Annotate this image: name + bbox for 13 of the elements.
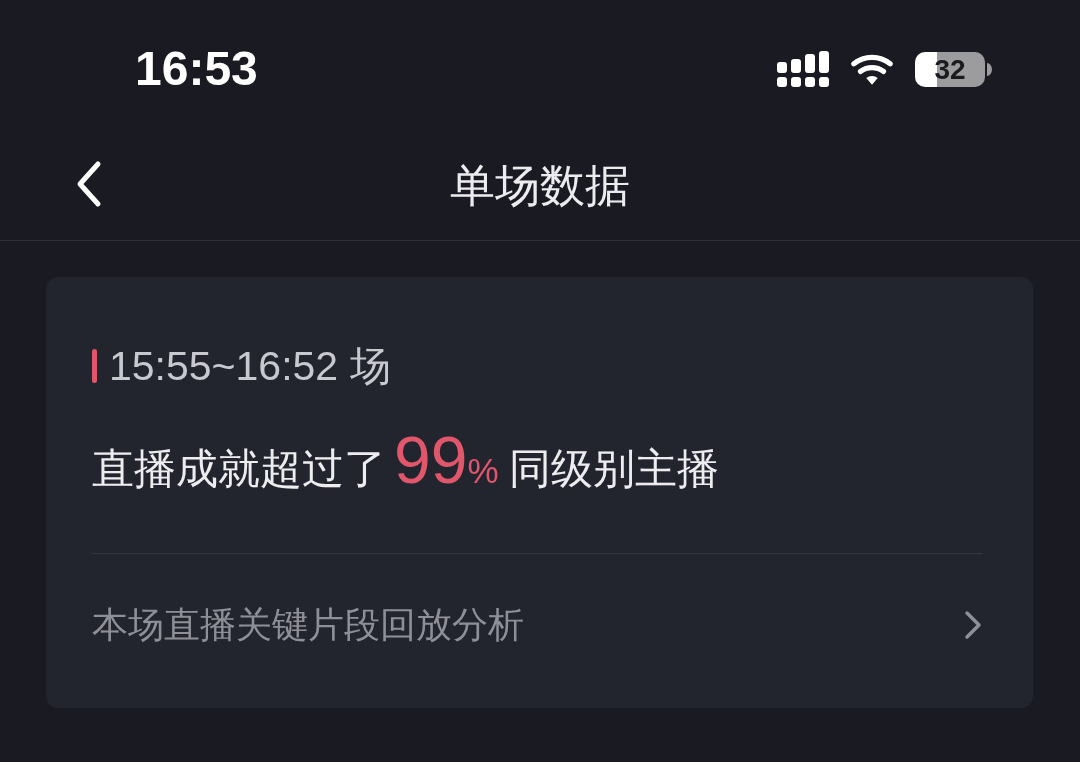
wifi-icon xyxy=(851,52,893,86)
signal-icon xyxy=(777,51,829,87)
rank-percent-value: 99 xyxy=(394,427,468,493)
session-time: 15:55~16:52 场 xyxy=(109,345,391,387)
percent-unit: % xyxy=(467,453,499,488)
clock-time: 16:53 xyxy=(135,45,258,93)
summary-text: 直播成就超过了 xyxy=(92,448,386,490)
page-title: 单场数据 xyxy=(450,162,630,208)
replay-analysis-link[interactable]: 本场直播关键片段回放分析 xyxy=(92,584,983,666)
chevron-right-icon xyxy=(963,609,983,641)
battery-tip-icon xyxy=(987,62,992,76)
accent-bar-icon xyxy=(92,349,97,383)
summary-text: 同级别主播 xyxy=(508,448,719,490)
